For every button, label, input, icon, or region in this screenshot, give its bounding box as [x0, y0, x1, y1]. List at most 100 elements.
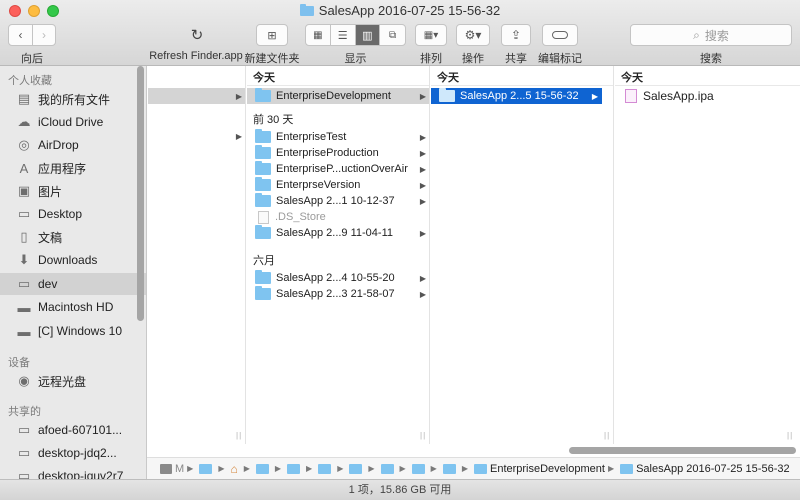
- sidebar-item-windows-10[interactable]: ▬ [C] Windows 10: [0, 320, 146, 342]
- hard-drive-icon[interactable]: [160, 463, 172, 474]
- list-item[interactable]: ▶: [148, 128, 245, 144]
- list-item[interactable]: SalesApp 2...9 11-04-11 ▶: [247, 225, 429, 241]
- camera-icon: ▣: [17, 183, 31, 198]
- computer-icon: ▭: [17, 445, 31, 460]
- hard-drive-icon: ▬: [17, 299, 31, 315]
- refresh-finder-button[interactable]: ↻: [183, 24, 211, 46]
- column-divider: [615, 66, 800, 86]
- path-item-enterprise[interactable]: EnterpriseDevelopment: [490, 463, 605, 475]
- list-item[interactable]: .DS_Store: [247, 209, 429, 225]
- favorites-header: 个人收藏: [8, 75, 52, 87]
- sidebar-item-downloads[interactable]: ⬇ Downloads: [0, 249, 146, 271]
- home-icon[interactable]: ⌂: [230, 462, 237, 476]
- forward-button[interactable]: ›: [33, 25, 55, 45]
- chevron-right-icon: ▶: [419, 164, 426, 174]
- sidebar-item-remote-disc[interactable]: ◉ 远程光盘: [0, 370, 146, 392]
- share-button[interactable]: ⇪: [501, 24, 531, 46]
- folder-icon[interactable]: [199, 463, 213, 474]
- sidebar-item-label: Desktop: [38, 207, 83, 221]
- sidebar-item-macintosh-hd[interactable]: ▬ Macintosh HD: [0, 296, 146, 318]
- horizontal-scrollbar[interactable]: [569, 447, 796, 454]
- new-folder-button[interactable]: ⊞: [256, 24, 288, 46]
- list-item[interactable]: EnterpriseProduction ▶: [247, 145, 429, 161]
- list-item[interactable]: SalesApp 2...1 10-12-37 ▶: [247, 193, 429, 209]
- list-item[interactable]: SalesApp 2...3 21-58-07 ▶: [247, 286, 429, 302]
- new-folder-icon: ⊞: [267, 29, 277, 42]
- list-item-label: SalesApp 2...3 21-58-07: [276, 288, 395, 300]
- finder-window: SalesApp 2016-07-25 15-56-32 ‹ › 向后 ↻ Re…: [0, 0, 800, 500]
- view-label: 显示: [344, 53, 367, 65]
- devices-header: 设备: [8, 357, 30, 369]
- sidebar-item-dev[interactable]: ▭ dev: [0, 273, 146, 295]
- chevron-right-icon: ▶: [461, 464, 468, 473]
- folder-icon[interactable]: [473, 463, 487, 474]
- chevron-right-icon: ▶: [419, 228, 426, 238]
- list-view-icon: ☰: [337, 29, 348, 42]
- arrange-button[interactable]: ▦▾: [415, 24, 447, 46]
- sidebar-item-shared-1[interactable]: ▭ afoed-607101...: [0, 419, 146, 441]
- folder-icon[interactable]: [380, 463, 394, 474]
- list-item-label: SalesApp 2...1 10-12-37: [276, 195, 395, 207]
- chevron-right-icon: ▶: [591, 91, 598, 101]
- sidebar-item-all-files[interactable]: ▤ 我的所有文件: [0, 88, 146, 110]
- downloads-icon: ⬇: [18, 252, 30, 267]
- disc-icon: ◉: [18, 373, 30, 388]
- gear-icon: ⚙▾: [464, 28, 482, 42]
- column-resize-handle[interactable]: ||: [236, 431, 242, 440]
- back-button[interactable]: ‹: [9, 25, 33, 45]
- column-dev: ▶ ▶ ||: [148, 66, 246, 444]
- cover-flow-button[interactable]: ⧉: [380, 25, 405, 45]
- path-disk-label[interactable]: M: [175, 463, 184, 475]
- folder-icon[interactable]: [255, 463, 269, 474]
- list-item-enterprise-development[interactable]: EnterpriseDevelopment ▶: [247, 88, 429, 104]
- path-item-current[interactable]: SalesApp 2016-07-25 15-56-32: [636, 463, 790, 475]
- list-item[interactable]: EnterpriseTest ▶: [247, 129, 429, 145]
- chevron-right-icon: ▶: [337, 464, 344, 473]
- refresh-icon: ↻: [190, 27, 204, 44]
- column-resize-handle[interactable]: ||: [420, 431, 426, 440]
- list-item-salesapp-selected[interactable]: SalesApp 2...5 15-56-32 ▶: [431, 88, 602, 104]
- sidebar-item-label: 我的所有文件: [38, 92, 111, 107]
- list-view-button[interactable]: ☰: [331, 25, 356, 45]
- search-input[interactable]: ⌕ 搜索: [630, 24, 792, 46]
- icon-view-button[interactable]: ▦: [306, 25, 331, 45]
- applications-icon: A: [19, 160, 29, 176]
- list-item[interactable]: ▶: [148, 88, 245, 104]
- list-item[interactable]: EnterprseVersion ▶: [247, 177, 429, 193]
- sidebar-item-pictures[interactable]: ▣ 图片: [0, 180, 146, 202]
- list-item[interactable]: SalesApp 2...4 10-55-20 ▶: [247, 270, 429, 286]
- folder-icon[interactable]: [349, 463, 363, 474]
- sidebar-item-label: dev: [38, 277, 58, 291]
- chevron-right-icon: ▶: [419, 148, 426, 158]
- sidebar-item-airdrop[interactable]: ◎ AirDrop: [0, 134, 146, 156]
- column-resize-handle[interactable]: ||: [604, 431, 610, 440]
- sidebar-item-icloud-drive[interactable]: ☁ iCloud Drive: [0, 111, 146, 133]
- list-item-label: EnterpriseP...uctionOverAir: [276, 163, 408, 175]
- sidebar-scrollbar[interactable]: [137, 66, 144, 321]
- sidebar: 个人收藏 ▤ 我的所有文件 ☁ iCloud Drive ◎ AirDrop A 应用程…: [0, 66, 147, 481]
- folder-icon: [255, 145, 271, 159]
- column-view-button[interactable]: ▥: [355, 25, 381, 45]
- folder-icon[interactable]: [318, 463, 332, 474]
- sidebar-item-label: 远程光盘: [38, 374, 87, 389]
- arrange-label: 排列: [420, 53, 442, 65]
- column-divider: [431, 66, 613, 86]
- sidebar-item-label: afoed-607101...: [38, 423, 123, 437]
- chevron-right-icon: ▶: [419, 91, 426, 101]
- sidebar-item-desktop[interactable]: ▭ Desktop: [0, 203, 146, 225]
- sidebar-item-shared-2[interactable]: ▭ desktop-jdq2...: [0, 442, 146, 464]
- airdrop-icon: ◎: [18, 137, 30, 152]
- sidebar-item-label: 应用程序: [38, 161, 87, 176]
- folder-icon[interactable]: [411, 463, 425, 474]
- sidebar-item-documents[interactable]: ▯ 文稿: [0, 226, 146, 248]
- sidebar-item-label: 文稿: [38, 230, 63, 245]
- folder-icon[interactable]: [442, 463, 456, 474]
- list-item[interactable]: EnterpriseP...uctionOverAir ▶: [247, 161, 429, 177]
- column-resize-handle[interactable]: ||: [787, 431, 793, 440]
- edit-tags-button[interactable]: [542, 24, 578, 46]
- list-item-salesapp-ipa[interactable]: SalesApp.ipa: [615, 88, 795, 104]
- action-button[interactable]: ⚙▾: [456, 24, 490, 46]
- folder-icon[interactable]: [620, 463, 634, 474]
- folder-icon[interactable]: [287, 463, 301, 474]
- sidebar-item-applications[interactable]: A 应用程序: [0, 157, 146, 179]
